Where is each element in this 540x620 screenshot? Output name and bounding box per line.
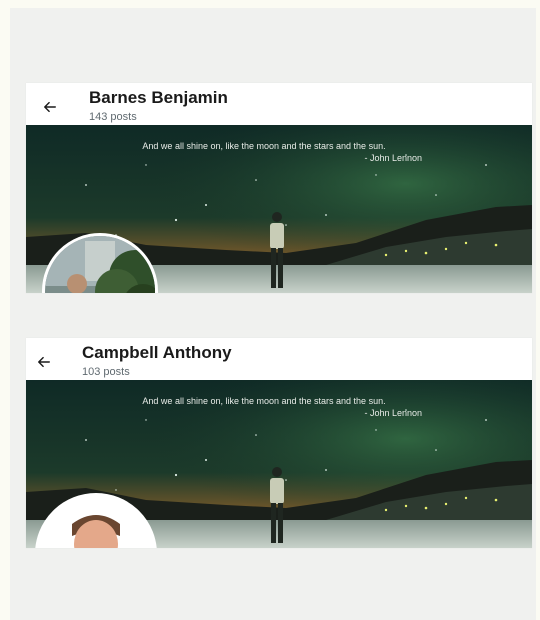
arrow-left-icon xyxy=(44,101,56,113)
profile-name: Barnes Benjamin xyxy=(89,88,228,107)
back-button[interactable] xyxy=(36,93,64,121)
profile-card: Barnes Benjamin 143 posts And we all shi… xyxy=(26,83,532,293)
profile-card: Campbell Anthony 103 posts And we all sh… xyxy=(26,338,532,548)
cover-quote: And we all shine on, like the moon and t… xyxy=(26,141,532,163)
profile-header: Barnes Benjamin 143 posts xyxy=(26,83,532,125)
profile-name: Campbell Anthony xyxy=(82,343,232,362)
post-count: 103 posts xyxy=(82,366,130,378)
page-canvas: Barnes Benjamin 143 posts And we all shi… xyxy=(10,8,536,620)
arrow-left-icon xyxy=(38,356,50,368)
quote-text: And we all shine on, like the moon and t… xyxy=(142,396,386,406)
cover-quote: And we all shine on, like the moon and t… xyxy=(26,396,532,418)
quote-author: - John Lennon xyxy=(364,153,422,163)
quote-text: And we all shine on, like the moon and t… xyxy=(142,141,386,151)
profile-header: Campbell Anthony 103 posts xyxy=(26,338,532,380)
post-count: 143 posts xyxy=(89,111,137,123)
quote-author: - John Lennon xyxy=(364,408,422,418)
back-button[interactable] xyxy=(30,348,58,376)
